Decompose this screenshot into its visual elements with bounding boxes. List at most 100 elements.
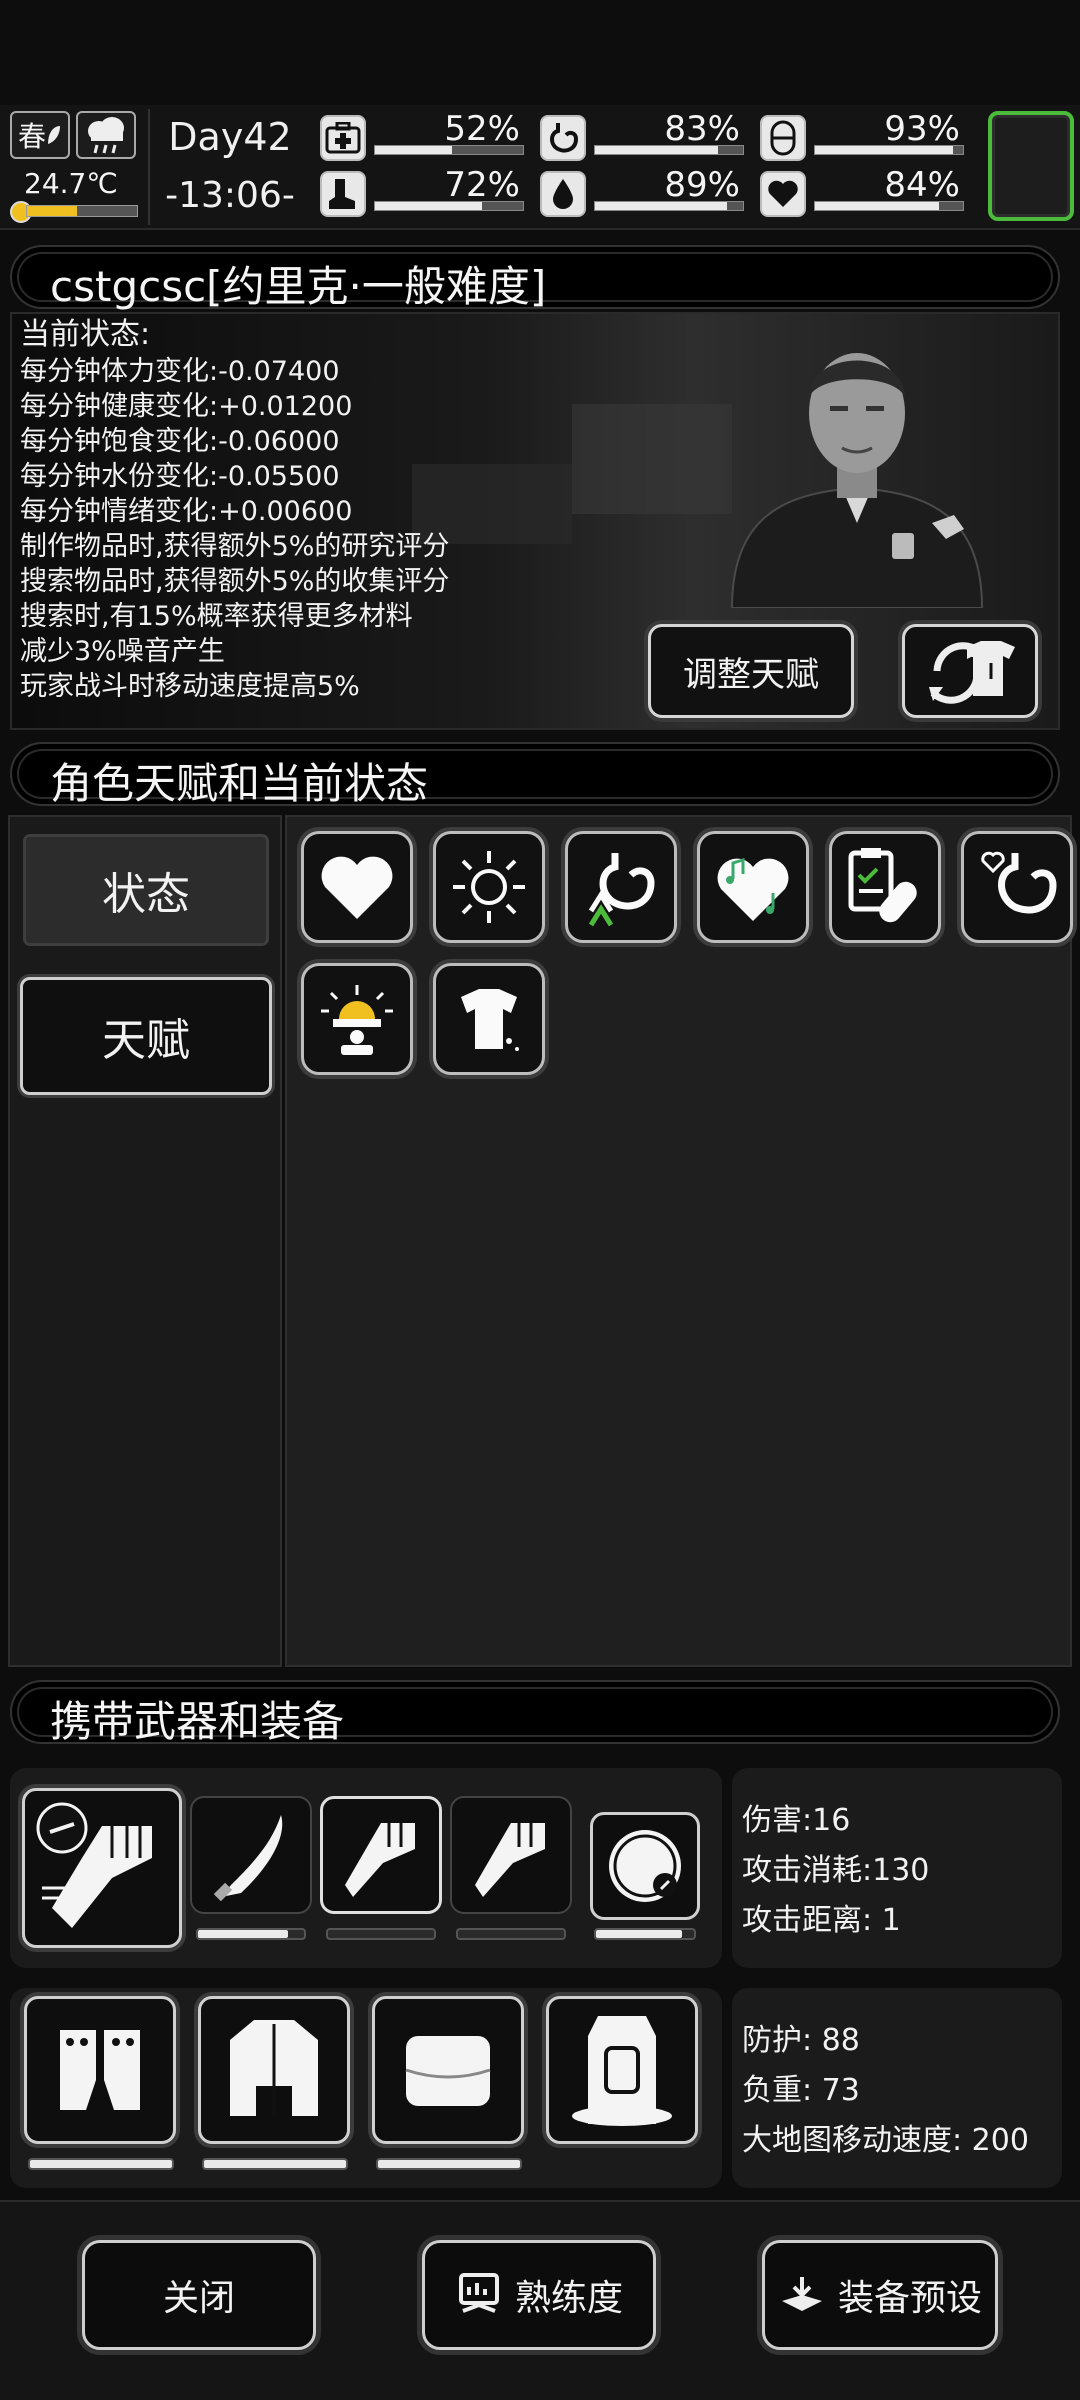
armor-stats-panel: 防护: 88 负重: 73 大地图移动速度: 200 bbox=[732, 1988, 1062, 2188]
divider bbox=[148, 109, 150, 225]
health-pct: 52% bbox=[444, 109, 520, 149]
preset-label: 装备预设 bbox=[837, 2278, 982, 2319]
close-button[interactable]: 关闭 bbox=[82, 2240, 316, 2350]
change-outfit-button[interactable] bbox=[902, 624, 1038, 718]
character-portrait bbox=[730, 353, 984, 608]
armor-slots-panel bbox=[10, 1988, 722, 2188]
proficiency-button[interactable]: 熟练度 bbox=[422, 2240, 656, 2350]
stamina-pct: 72% bbox=[444, 165, 520, 205]
leaf-icon bbox=[48, 126, 60, 144]
jacket-icon bbox=[230, 2020, 318, 2116]
fist-icon bbox=[345, 1823, 415, 1897]
character-name: cstgcsc[约里克·一般难度] bbox=[50, 262, 547, 311]
fist-icon bbox=[36, 1802, 152, 1928]
backpack-icon bbox=[572, 2016, 672, 2126]
gloves-durability bbox=[28, 2158, 174, 2170]
happy-stomach-icon[interactable] bbox=[961, 831, 1073, 943]
season-label: 春 bbox=[17, 120, 46, 153]
temperature-label: 24.7℃ bbox=[24, 167, 118, 200]
status-icons-grid bbox=[285, 815, 1073, 1667]
adjust-talent-button[interactable]: 调整天赋 bbox=[648, 624, 854, 718]
fist-icon bbox=[475, 1823, 545, 1897]
equipment-header: 携带武器和装备 bbox=[10, 1680, 1060, 1746]
medicine-checklist-icon[interactable] bbox=[829, 831, 941, 943]
jacket-durability bbox=[202, 2158, 348, 2170]
status-line-stamina: 每分钟体力变化:-0.07400 bbox=[20, 356, 340, 387]
hunger-bar bbox=[594, 145, 744, 155]
clean-clothes-icon[interactable] bbox=[433, 963, 545, 1075]
fist-durability bbox=[326, 1928, 436, 1940]
weapon-slot-fist[interactable] bbox=[450, 1796, 572, 1914]
attack-range-stat: 攻击距离: 1 bbox=[742, 1903, 901, 1938]
preset-icon bbox=[781, 2277, 822, 2311]
status-title: 当前状态: bbox=[20, 317, 151, 352]
quick-slot-button[interactable] bbox=[988, 111, 1074, 221]
thirst-bar bbox=[594, 201, 744, 211]
status-line-craft-bonus: 制作物品时,获得额外5%的研究评分 bbox=[20, 531, 450, 562]
temperature-bar bbox=[26, 205, 138, 217]
rain-cloud-icon bbox=[88, 117, 124, 154]
hat-slot[interactable] bbox=[372, 1996, 524, 2144]
swap-clothes-icon bbox=[929, 641, 1015, 704]
weather-box bbox=[76, 111, 136, 159]
mood-bar bbox=[814, 201, 964, 211]
fur-hat-icon bbox=[405, 2036, 491, 2106]
equipment-preset-button[interactable]: 装备预设 bbox=[762, 2240, 998, 2350]
water-drop-icon bbox=[540, 171, 586, 217]
season-box: 春 bbox=[10, 111, 70, 159]
equipment-title: 携带武器和装备 bbox=[50, 1697, 345, 1746]
status-line-material-bonus: 搜索时,有15%概率获得更多材料 bbox=[20, 601, 413, 632]
pill-icon bbox=[760, 115, 806, 161]
damage-stat: 伤害:16 bbox=[742, 1803, 851, 1838]
jacket-slot[interactable] bbox=[198, 1996, 350, 2144]
weight-stat: 负重: 73 bbox=[742, 2073, 860, 2108]
digestion-boost-icon[interactable] bbox=[565, 831, 677, 943]
hunger-pct: 83% bbox=[664, 109, 740, 149]
healthy-heart-icon[interactable] bbox=[301, 831, 413, 943]
status-text-block: 当前状态: 每分钟体力变化:-0.07400 每分钟健康变化:+0.01200 … bbox=[20, 316, 449, 704]
proficiency-icon bbox=[458, 2273, 499, 2313]
sunny-weather-icon[interactable] bbox=[433, 831, 545, 943]
gloves-icon bbox=[60, 2030, 140, 2110]
gloves-slot[interactable] bbox=[24, 1996, 176, 2144]
stamina-bar bbox=[374, 201, 524, 211]
status-line-satiety: 每分钟饱食变化:-0.06000 bbox=[20, 426, 340, 457]
mood-pct: 84% bbox=[884, 165, 960, 205]
shield-slot[interactable] bbox=[590, 1812, 700, 1920]
temperature-box: 24.7℃ bbox=[10, 167, 138, 223]
weapon-slot-fist-selected[interactable] bbox=[320, 1796, 442, 1914]
talents-title: 角色天赋和当前状态 bbox=[50, 759, 429, 808]
weapon-stats-panel: 伤害:16 攻击消耗:130 攻击距离: 1 bbox=[732, 1768, 1062, 1968]
fist-durability-2 bbox=[456, 1928, 566, 1940]
weapon-slot-machete[interactable] bbox=[190, 1796, 312, 1914]
music-mood-icon[interactable] bbox=[697, 831, 809, 943]
day-label: Day42 bbox=[168, 115, 292, 159]
map-speed-stat: 大地图移动速度: 200 bbox=[742, 2123, 1029, 2158]
attack-cost-stat: 攻击消耗:130 bbox=[742, 1853, 930, 1888]
mental-bar bbox=[814, 145, 964, 155]
machete-durability bbox=[196, 1928, 306, 1940]
alarm-siren-icon[interactable] bbox=[301, 963, 413, 1075]
stomach-icon bbox=[540, 115, 586, 161]
tab-talent[interactable]: 天赋 bbox=[20, 977, 272, 1095]
mental-pct: 93% bbox=[884, 109, 960, 149]
shield-icon bbox=[609, 1830, 681, 1902]
proficiency-label: 熟练度 bbox=[514, 2278, 623, 2319]
character-panel: 当前状态: 每分钟体力变化:-0.07400 每分钟健康变化:+0.01200 … bbox=[10, 312, 1060, 730]
main-weapon-slot[interactable] bbox=[22, 1788, 182, 1948]
status-line-noise: 减少3%噪音产生 bbox=[20, 636, 225, 667]
health-bar bbox=[374, 145, 524, 155]
thirst-pct: 89% bbox=[664, 165, 740, 205]
status-line-move-speed: 玩家战斗时移动速度提高5% bbox=[20, 671, 360, 702]
status-line-search-bonus: 搜索物品时,获得额外5%的收集评分 bbox=[20, 566, 450, 597]
character-header: cstgcsc[约里克·一般难度] bbox=[10, 245, 1060, 311]
heart-icon bbox=[760, 171, 806, 217]
machete-icon bbox=[213, 1815, 283, 1902]
shield-durability bbox=[594, 1928, 696, 1940]
status-line-water: 每分钟水份变化:-0.05500 bbox=[20, 461, 340, 492]
backpack-slot[interactable] bbox=[546, 1996, 698, 2144]
tab-state[interactable]: 状态 bbox=[20, 831, 272, 949]
time-label: -13:06- bbox=[165, 175, 295, 216]
medkit-icon bbox=[320, 115, 366, 161]
tab-column: 状态 天赋 bbox=[8, 815, 282, 1667]
